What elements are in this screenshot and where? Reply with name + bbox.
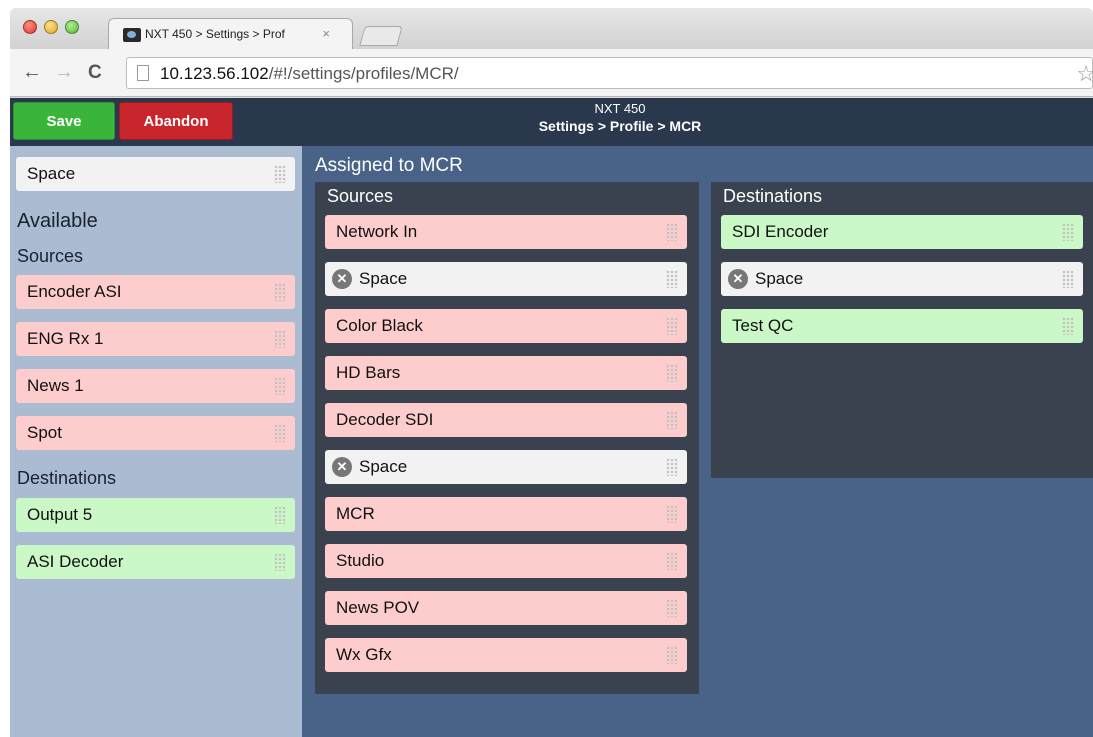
assigned-space-item[interactable]: ✕ Space bbox=[721, 262, 1083, 296]
address-bar[interactable]: 10.123.56.102/#!/settings/profiles/MCR/ … bbox=[126, 57, 1093, 89]
source-item-label: Color Black bbox=[336, 316, 423, 335]
source-item-label: Spot bbox=[27, 423, 62, 442]
available-destinations-heading: Destinations bbox=[17, 468, 117, 488]
tab-strip: NXT 450 > Settings > Prof × bbox=[10, 8, 1093, 50]
destination-item-label: ASI Decoder bbox=[27, 552, 124, 571]
assigned-destinations-column: Destinations SDI Encoder ✕ Space Test QC bbox=[711, 182, 1093, 478]
forward-arrow-icon[interactable]: → bbox=[54, 61, 74, 84]
assigned-source-item[interactable]: News POV bbox=[325, 591, 687, 625]
back-arrow-icon[interactable]: ← bbox=[22, 61, 42, 84]
source-item-label: Studio bbox=[336, 551, 385, 570]
reload-icon[interactable]: C bbox=[88, 62, 102, 84]
space-item-label: Space bbox=[359, 269, 408, 288]
assigned-title: Assigned to MCR bbox=[315, 155, 463, 176]
close-window-button[interactable] bbox=[23, 20, 37, 34]
remove-icon[interactable]: ✕ bbox=[332, 269, 352, 289]
assigned-sources-heading: Sources bbox=[327, 186, 394, 206]
source-item-label: ENG Rx 1 bbox=[27, 329, 104, 348]
source-item-label: Encoder ASI bbox=[27, 282, 122, 301]
drag-grip-icon[interactable] bbox=[1062, 223, 1074, 241]
drag-grip-icon[interactable] bbox=[274, 424, 286, 442]
drag-grip-icon[interactable] bbox=[666, 552, 678, 570]
available-heading: Available bbox=[17, 210, 98, 232]
destination-item-label: SDI Encoder bbox=[732, 222, 829, 241]
available-source-item[interactable]: News 1 bbox=[16, 369, 295, 403]
available-panel: Space Available Sources Encoder ASI ENG … bbox=[10, 146, 302, 737]
drag-grip-icon[interactable] bbox=[666, 270, 678, 288]
remove-icon[interactable]: ✕ bbox=[332, 457, 352, 477]
drag-grip-icon[interactable] bbox=[274, 165, 286, 183]
assigned-source-item[interactable]: Decoder SDI bbox=[325, 403, 687, 437]
browser-tab[interactable]: NXT 450 > Settings > Prof × bbox=[108, 18, 353, 50]
url-host: 10.123.56.102 bbox=[160, 64, 269, 83]
drag-grip-icon[interactable] bbox=[274, 506, 286, 524]
space-card[interactable]: Space bbox=[16, 157, 295, 191]
zoom-window-button[interactable] bbox=[65, 20, 79, 34]
page-icon bbox=[137, 65, 149, 81]
drag-grip-icon[interactable] bbox=[274, 553, 286, 571]
source-item-label: Wx Gfx bbox=[336, 645, 392, 664]
drag-grip-icon[interactable] bbox=[274, 377, 286, 395]
source-item-label: News POV bbox=[336, 598, 420, 617]
source-item-label: MCR bbox=[336, 504, 375, 523]
device-name: NXT 450 bbox=[594, 101, 646, 116]
drag-grip-icon[interactable] bbox=[666, 317, 678, 335]
space-item-label: Space bbox=[359, 457, 408, 476]
favicon-icon bbox=[123, 28, 141, 42]
drag-grip-icon[interactable] bbox=[274, 283, 286, 301]
app-header: Save Abandon NXT 450 Settings > Profile … bbox=[10, 98, 1093, 146]
available-source-item[interactable]: Spot bbox=[16, 416, 295, 450]
available-sources-heading: Sources bbox=[17, 246, 84, 266]
assigned-space-item[interactable]: ✕ Space bbox=[325, 450, 687, 484]
assigned-destination-item[interactable]: SDI Encoder bbox=[721, 215, 1083, 249]
minimize-window-button[interactable] bbox=[44, 20, 58, 34]
new-tab-button[interactable] bbox=[359, 26, 403, 46]
source-item-label: HD Bars bbox=[336, 363, 401, 382]
drag-grip-icon[interactable] bbox=[666, 646, 678, 664]
assigned-destination-item[interactable]: Test QC bbox=[721, 309, 1083, 343]
save-button[interactable]: Save bbox=[13, 102, 115, 140]
drag-grip-icon[interactable] bbox=[666, 364, 678, 382]
assigned-space-item[interactable]: ✕ Space bbox=[325, 262, 687, 296]
drag-grip-icon[interactable] bbox=[666, 599, 678, 617]
drag-grip-icon[interactable] bbox=[666, 505, 678, 523]
bookmark-star-icon[interactable]: ☆ bbox=[1076, 61, 1093, 87]
source-item-label: Network In bbox=[336, 222, 418, 241]
source-item-label: Decoder SDI bbox=[336, 410, 434, 429]
url-text[interactable]: 10.123.56.102/#!/settings/profiles/MCR/ bbox=[160, 64, 459, 84]
remove-icon[interactable]: ✕ bbox=[728, 269, 748, 289]
tab-close-icon[interactable]: × bbox=[322, 26, 330, 41]
assigned-source-item[interactable]: Color Black bbox=[325, 309, 687, 343]
assigned-area: Assigned to MCR Sources Network In ✕ Spa… bbox=[302, 146, 1093, 737]
breadcrumb: Settings > Profile > MCR bbox=[538, 118, 702, 134]
destination-item-label: Test QC bbox=[732, 316, 794, 335]
available-source-item[interactable]: Encoder ASI bbox=[16, 275, 295, 309]
assigned-source-item[interactable]: Network In bbox=[325, 215, 687, 249]
drag-grip-icon[interactable] bbox=[666, 458, 678, 476]
app-title: NXT 450 Settings > Profile > MCR bbox=[370, 101, 870, 134]
drag-grip-icon[interactable] bbox=[1062, 317, 1074, 335]
source-item-label: News 1 bbox=[27, 376, 84, 395]
destination-item-label: Output 5 bbox=[27, 505, 93, 524]
url-path: /#!/settings/profiles/MCR/ bbox=[268, 64, 459, 83]
abandon-button[interactable]: Abandon bbox=[119, 102, 233, 140]
drag-grip-icon[interactable] bbox=[666, 223, 678, 241]
assigned-source-item[interactable]: Studio bbox=[325, 544, 687, 578]
tab-title: NXT 450 > Settings > Prof bbox=[145, 27, 285, 41]
drag-grip-icon[interactable] bbox=[666, 411, 678, 429]
available-destination-item[interactable]: ASI Decoder bbox=[16, 545, 295, 579]
browser-window: NXT 450 > Settings > Prof × ← → C 10.123… bbox=[10, 8, 1093, 737]
assigned-destinations-heading: Destinations bbox=[723, 186, 823, 206]
assigned-source-item[interactable]: Wx Gfx bbox=[325, 638, 687, 672]
drag-grip-icon[interactable] bbox=[1062, 270, 1074, 288]
drag-grip-icon[interactable] bbox=[274, 330, 286, 348]
space-card-label: Space bbox=[27, 164, 76, 183]
assigned-sources-column: Sources Network In ✕ Space Color Black H… bbox=[315, 182, 699, 694]
assigned-source-item[interactable]: HD Bars bbox=[325, 356, 687, 390]
assigned-source-item[interactable]: MCR bbox=[325, 497, 687, 531]
browser-toolbar: ← → C 10.123.56.102/#!/settings/profiles… bbox=[10, 49, 1093, 97]
space-item-label: Space bbox=[755, 269, 804, 288]
available-source-item[interactable]: ENG Rx 1 bbox=[16, 322, 295, 356]
available-destination-item[interactable]: Output 5 bbox=[16, 498, 295, 532]
